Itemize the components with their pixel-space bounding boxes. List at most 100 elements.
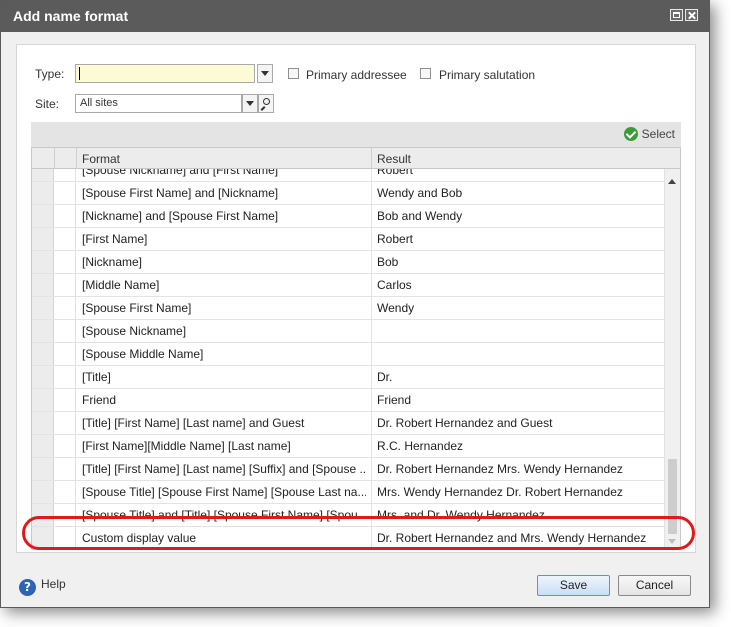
cancel-button[interactable]: Cancel bbox=[618, 575, 691, 596]
primary-salutation-label: Primary salutation bbox=[439, 68, 536, 82]
format-cell: [First Name] bbox=[82, 232, 148, 246]
row-selector[interactable] bbox=[32, 366, 54, 388]
row-indicator bbox=[54, 504, 76, 526]
row-selector[interactable] bbox=[32, 251, 54, 273]
table-row[interactable]: Friend Friend bbox=[32, 389, 664, 412]
close-icon[interactable] bbox=[685, 9, 698, 21]
table-row[interactable]: [Spouse Nickname] and [First Name] Robert bbox=[32, 169, 664, 182]
row-selector[interactable] bbox=[32, 389, 54, 411]
table-row[interactable]: [Spouse Title] and [Title] [Spouse First… bbox=[32, 504, 664, 527]
row-indicator bbox=[54, 389, 76, 411]
type-dropdown-button[interactable] bbox=[257, 64, 273, 83]
result-cell: Wendy and Bob bbox=[377, 186, 463, 200]
row-indicator bbox=[54, 297, 76, 319]
result-cell: Bob and Wendy bbox=[377, 209, 463, 223]
row-indicator bbox=[54, 435, 76, 457]
format-cell: [Spouse Nickname] and [First Name] bbox=[82, 169, 279, 177]
row-selector[interactable] bbox=[32, 205, 54, 227]
result-cell: Friend bbox=[377, 393, 412, 407]
row-indicator bbox=[54, 458, 76, 480]
search-icon[interactable] bbox=[258, 94, 274, 113]
row-selector[interactable] bbox=[32, 504, 54, 526]
primary-addressee-label: Primary addressee bbox=[306, 68, 407, 82]
row-selector[interactable] bbox=[32, 527, 54, 549]
select-button[interactable]: Select bbox=[623, 126, 675, 143]
table-row[interactable]: [First Name][Middle Name] [Last name] R.C… bbox=[32, 435, 664, 458]
help-link[interactable]: ? Help bbox=[19, 575, 66, 596]
row-selector[interactable] bbox=[32, 458, 54, 480]
help-icon: ? bbox=[19, 579, 36, 596]
row-indicator bbox=[54, 343, 76, 365]
check-circle-icon bbox=[623, 127, 638, 141]
column-header-format[interactable]: Format bbox=[82, 148, 120, 168]
column-header-result[interactable]: Result bbox=[377, 148, 411, 168]
site-input[interactable]: All sites bbox=[75, 94, 242, 113]
scroll-down-icon[interactable] bbox=[668, 539, 676, 544]
row-selector[interactable] bbox=[32, 228, 54, 250]
dialog-content: Type: Primary addressee Primary salutati… bbox=[16, 44, 696, 553]
table-row[interactable]: [Title] [First Name] [Last name] and Gue… bbox=[32, 412, 664, 435]
primary-salutation-checkbox[interactable] bbox=[420, 68, 431, 79]
table-row[interactable]: [Spouse Title] [Spouse First Name] [Spou… bbox=[32, 481, 664, 504]
type-input[interactable] bbox=[75, 64, 255, 83]
scroll-thumb[interactable] bbox=[668, 459, 677, 534]
save-button[interactable]: Save bbox=[537, 575, 610, 596]
grid-header: Format Result bbox=[32, 148, 680, 169]
format-cell: [Spouse Title] [Spouse First Name] [Spou… bbox=[82, 485, 366, 499]
row-selector[interactable] bbox=[32, 320, 54, 342]
result-cell: Dr. Robert Hernandez and Mrs. Wendy Hern… bbox=[377, 531, 647, 545]
row-indicator bbox=[54, 169, 76, 181]
maximize-icon[interactable] bbox=[670, 9, 683, 21]
table-row[interactable]: [Title] [First Name] [Last name] [Suffix… bbox=[32, 458, 664, 481]
scroll-up-icon[interactable] bbox=[668, 179, 676, 184]
row-indicator bbox=[54, 412, 76, 434]
table-row[interactable]: [Title] Dr. bbox=[32, 366, 664, 389]
format-cell: [Title] [First Name] [Last name] and Gue… bbox=[82, 416, 305, 430]
row-indicator bbox=[54, 182, 76, 204]
site-dropdown-button[interactable] bbox=[242, 94, 258, 113]
table-row[interactable]: Custom display value Dr. Robert Hernandez… bbox=[32, 527, 664, 549]
row-selector[interactable] bbox=[32, 182, 54, 204]
table-row[interactable]: [Spouse First Name] Wendy bbox=[32, 297, 664, 320]
row-indicator bbox=[54, 366, 76, 388]
result-cell bbox=[377, 343, 662, 365]
row-indicator bbox=[54, 228, 76, 250]
row-selector[interactable] bbox=[32, 481, 54, 503]
format-cell: [First Name][Middle Name] [Last name] bbox=[82, 439, 291, 453]
grid-rows: [Spouse Nickname] and [First Name] Robert… bbox=[32, 169, 664, 549]
result-cell: Mrs. and Dr. Wendy Hernandez bbox=[377, 508, 545, 522]
table-row[interactable]: [Spouse First Name] and [Nickname] Wendy … bbox=[32, 182, 664, 205]
row-selector[interactable] bbox=[32, 297, 54, 319]
result-cell: Bob bbox=[377, 255, 399, 269]
result-cell: R.C. Hernandez bbox=[377, 439, 464, 453]
primary-addressee-checkbox[interactable] bbox=[288, 68, 299, 79]
row-selector[interactable] bbox=[32, 169, 54, 181]
table-row[interactable]: [Middle Name] Carlos bbox=[32, 274, 664, 297]
format-cell: Friend bbox=[82, 393, 117, 407]
vertical-scrollbar[interactable] bbox=[664, 169, 680, 549]
row-selector[interactable] bbox=[32, 343, 54, 365]
row-selector[interactable] bbox=[32, 435, 54, 457]
type-label: Type: bbox=[35, 67, 65, 81]
table-row[interactable]: [Spouse Middle Name] bbox=[32, 343, 664, 366]
table-row[interactable]: [First Name] Robert bbox=[32, 228, 664, 251]
format-cell: [Spouse First Name] bbox=[82, 301, 192, 315]
row-indicator bbox=[54, 320, 76, 342]
result-cell: Robert bbox=[377, 232, 414, 246]
table-row[interactable]: [Spouse Nickname] bbox=[32, 320, 664, 343]
table-row[interactable]: [Nickname] Bob bbox=[32, 251, 664, 274]
row-selector[interactable] bbox=[32, 412, 54, 434]
table-row[interactable]: [Nickname] and [Spouse First Name] Bob an… bbox=[32, 205, 664, 228]
row-selector[interactable] bbox=[32, 274, 54, 296]
format-cell: [Nickname] bbox=[82, 255, 143, 269]
format-cell: [Spouse Nickname] bbox=[82, 324, 187, 338]
format-cell: [Nickname] and [Spouse First Name] bbox=[82, 209, 279, 223]
row-indicator bbox=[54, 251, 76, 273]
title-bar: Add name format bbox=[1, 1, 709, 32]
result-cell: Dr. Robert Hernandez and Guest bbox=[377, 416, 553, 430]
row-indicator bbox=[54, 481, 76, 503]
format-cell: [Middle Name] bbox=[82, 278, 160, 292]
format-cell: [Spouse Title] and [Title] [Spouse First… bbox=[82, 508, 366, 522]
add-name-format-dialog: Add name format Type: Primary addressee … bbox=[0, 0, 710, 608]
name-format-grid: Format Result [Spouse Nickname] and [Fir… bbox=[31, 147, 681, 550]
